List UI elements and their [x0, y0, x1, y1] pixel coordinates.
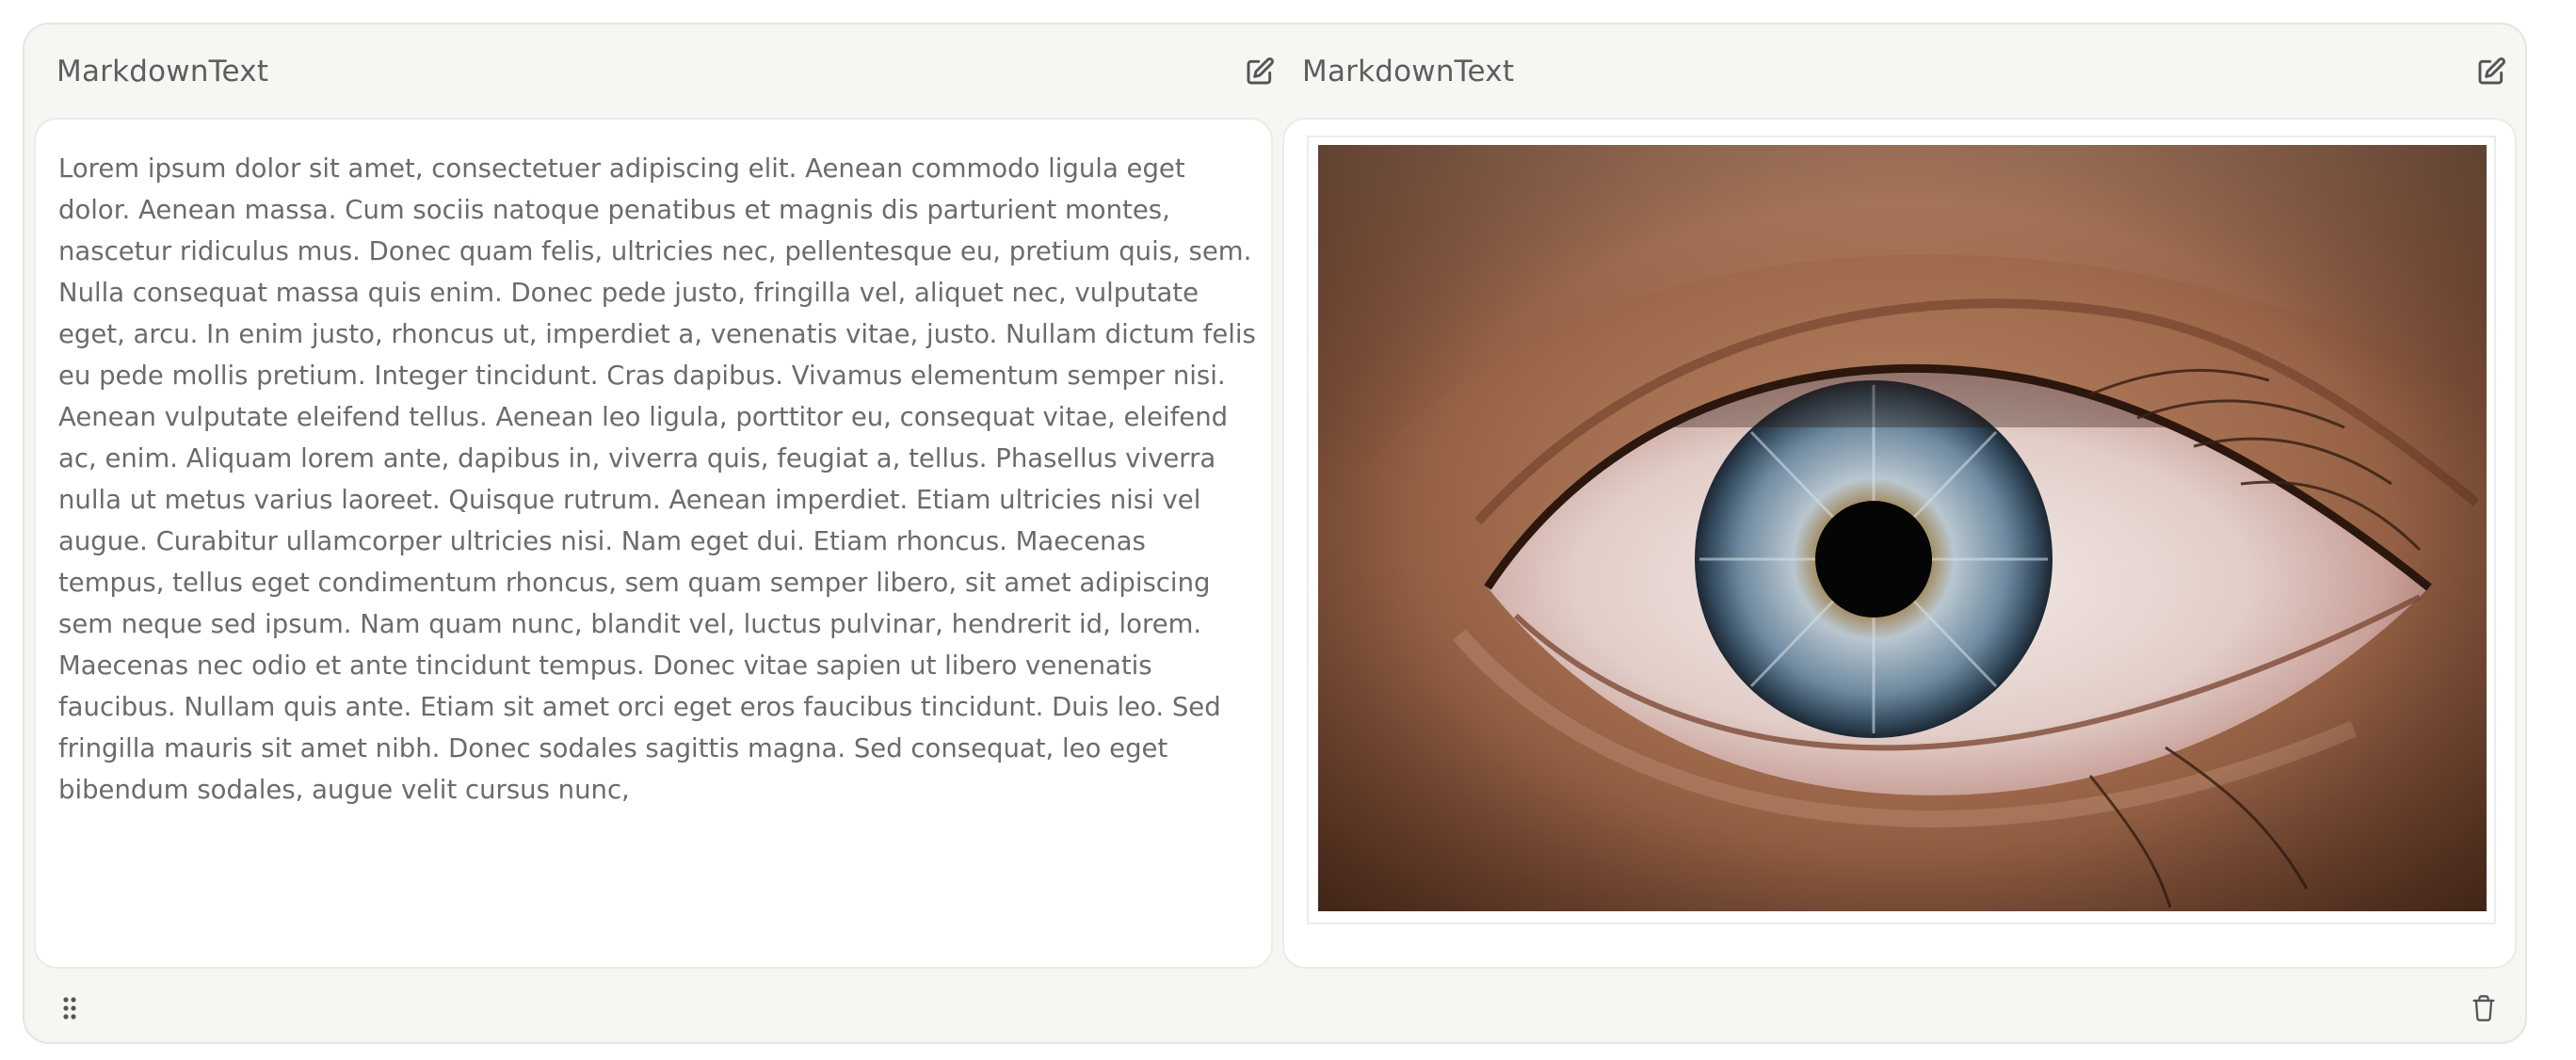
markdown-text-paragraph: Lorem ipsum dolor sit amet, consectetuer… [58, 153, 1256, 805]
edit-icon [2478, 57, 2505, 85]
eye-image [1318, 145, 2487, 911]
left-panel-title: MarkdownText [56, 55, 269, 88]
trash-icon [2472, 995, 2495, 1021]
block-card: MarkdownText MarkdownText Lorem ipsum do… [23, 23, 2527, 1044]
right-edit-button[interactable] [2469, 49, 2514, 94]
left-edit-button[interactable] [1237, 49, 1282, 94]
edit-icon [1247, 57, 1274, 85]
right-panel-header: MarkdownText [1302, 24, 2518, 119]
delete-button[interactable] [2463, 988, 2504, 1029]
left-panel-content[interactable]: Lorem ipsum dolor sit amet, consectetuer… [34, 118, 1273, 969]
right-panel-title: MarkdownText [1302, 55, 1515, 88]
image-frame [1307, 136, 2496, 924]
drag-handle[interactable] [51, 989, 89, 1027]
right-panel-content[interactable] [1282, 118, 2517, 969]
left-panel-header: MarkdownText [56, 24, 1286, 119]
drag-handle-icon [63, 997, 76, 1020]
